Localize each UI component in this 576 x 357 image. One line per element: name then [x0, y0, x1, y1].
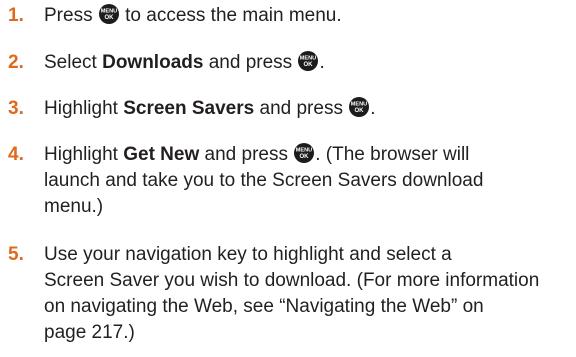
menu-ok-key-icon: MENU OK	[298, 51, 319, 71]
step-number: 3.	[8, 98, 24, 119]
svg-text:OK: OK	[104, 15, 114, 21]
svg-text:OK: OK	[304, 62, 314, 68]
step-text-line: menu.)	[44, 196, 104, 217]
svg-text:MENU: MENU	[351, 102, 367, 108]
menu-label: Screen Savers	[123, 98, 255, 119]
step-text-line: launch and take you to the Screen Savers…	[44, 170, 484, 191]
menu-label: Get New	[123, 144, 200, 165]
step-number: 2.	[8, 52, 24, 73]
svg-text:MENU: MENU	[101, 9, 117, 15]
step-number: 1.	[8, 5, 24, 26]
step-text: Select Downloads and press MENU OK.	[44, 51, 325, 73]
step-number: 5.	[8, 244, 24, 265]
step-number: 4.	[8, 144, 24, 165]
menu-label: Downloads	[102, 52, 204, 73]
menu-ok-key-icon: MENU OK	[98, 4, 119, 24]
step-text: Highlight Screen Savers and press MENU OK…	[44, 97, 376, 119]
svg-text:MENU: MENU	[296, 148, 312, 154]
step-text-line: on navigating the Web, see “Navigating t…	[44, 296, 484, 317]
step-text-line: Screen Saver you wish to download. (For …	[44, 270, 540, 291]
step-text-line: page 217.)	[44, 322, 135, 343]
svg-text:OK: OK	[355, 108, 365, 114]
step-text: Press MENU OK to access the main menu.	[44, 4, 342, 26]
step-text-line: Use your navigation key to highlight and…	[44, 244, 452, 265]
menu-ok-key-icon: MENU OK	[349, 97, 370, 117]
svg-text:OK: OK	[300, 154, 310, 160]
step-text-line: Highlight Get New and press MENU OK. (The…	[44, 143, 470, 165]
instruction-list: 1. Press MENU OK to access the main menu.…	[0, 0, 576, 357]
menu-ok-key-icon: MENU OK	[294, 143, 315, 163]
svg-text:MENU: MENU	[300, 56, 316, 62]
